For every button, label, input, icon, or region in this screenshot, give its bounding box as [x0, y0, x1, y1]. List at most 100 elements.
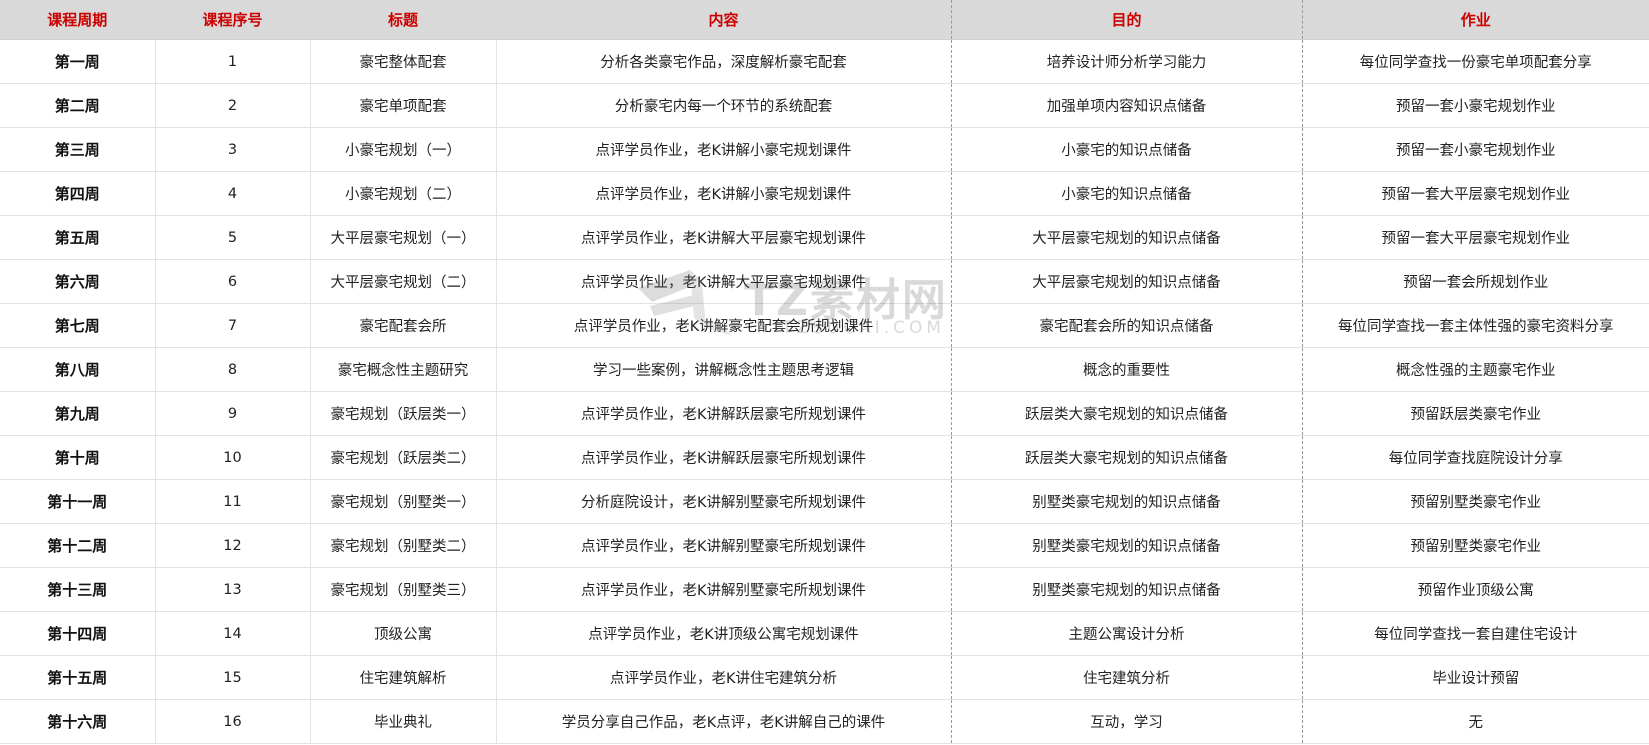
table-row: 第四周 4 小豪宅规划（二） 点评学员作业，老K讲解小豪宅规划课件 小豪宅的知识点储备预… [0, 171, 1649, 216]
cell-purpose: 大平层豪宅规划的知识点储备 [951, 259, 1303, 304]
cell-title: 顶级公寓 [310, 611, 497, 656]
cell-homework: 概念性强的主题豪宅作业 [1302, 347, 1649, 392]
cell-homework: 每位同学查找一份豪宅单项配套分享 [1302, 39, 1649, 84]
table-body: 第一周 1 豪宅整体配套 分析各类豪宅作品，深度解析豪宅配套 培养设计师分析学习能力 每位… [0, 39, 1649, 744]
cell-homework: 预留别墅类豪宅作业 [1302, 479, 1649, 524]
table-row: 第十三周 13 豪宅规划（别墅类三） 点评学员作业，老K讲解别墅豪宅所规划课件 别墅类豪… [0, 567, 1649, 612]
cell-number: 8 [155, 347, 311, 392]
table-row: 第八周 8 豪宅概念性主题研究 学习一些案例，讲解概念性主题思考逻辑 概念的重要性 概念性… [0, 347, 1649, 392]
cell-content: 点评学员作业，老K讲解豪宅配套会所规划课件 [496, 303, 952, 348]
table-row: 第十周 10 豪宅规划（跃层类二） 点评学员作业，老K讲解跃层豪宅所规划课件 跃层类大豪… [0, 435, 1649, 480]
table-row: 第十五周 15 住宅建筑解析 点评学员作业，老K讲住宅建筑分析 住宅建筑分析 毕业设计预留 [0, 655, 1649, 700]
cell-title: 豪宅规划（别墅类一） [310, 479, 497, 524]
table-header: 课程周期 课程序号 标题 内容 目的 作业 [0, 0, 1649, 40]
cell-title: 豪宅单项配套 [310, 83, 497, 128]
cell-number: 3 [155, 127, 311, 172]
cell-title: 大平层豪宅规划（二） [310, 259, 497, 304]
cell-week: 第十周 [0, 435, 156, 480]
cell-homework: 毕业设计预留 [1302, 655, 1649, 700]
header-row: 课程周期 课程序号 标题 内容 目的 作业 [0, 0, 1649, 40]
table-row: 第三周 3 小豪宅规划（一） 点评学员作业，老K讲解小豪宅规划课件 小豪宅的知识点储备预… [0, 127, 1649, 172]
cell-number: 16 [155, 699, 311, 744]
cell-purpose: 互动，学习 [951, 699, 1303, 744]
cell-homework: 预留一套小豪宅规划作业 [1302, 83, 1649, 128]
cell-content: 分析庭院设计，老K讲解别墅豪宅所规划课件 [496, 479, 952, 524]
header-purpose: 目的 [951, 0, 1303, 40]
cell-content: 点评学员作业，老K讲解跃层豪宅所规划课件 [496, 391, 952, 436]
cell-purpose: 跃层类大豪宅规划的知识点储备 [951, 391, 1303, 436]
cell-week: 第二周 [0, 83, 156, 128]
cell-purpose: 大平层豪宅规划的知识点储备 [951, 215, 1303, 260]
cell-week: 第七周 [0, 303, 156, 348]
cell-title: 豪宅规划（别墅类三） [310, 567, 497, 612]
cell-title: 豪宅规划（跃层类二） [310, 435, 497, 480]
cell-purpose: 主题公寓设计分析 [951, 611, 1303, 656]
header-course-period: 课程周期 [0, 0, 156, 40]
table-row: 第二周 2 豪宅单项配套 分析豪宅内每一个环节的系统配套 加强单项内容知识点储备 预留一套… [0, 83, 1649, 128]
cell-title: 豪宅规划（别墅类二） [310, 523, 497, 568]
cell-homework: 预留一套大平层豪宅规划作业 [1302, 171, 1649, 216]
cell-homework: 预留一套大平层豪宅规划作业 [1302, 215, 1649, 260]
cell-homework: 每位同学查找一套主体性强的豪宅资料分享 [1302, 303, 1649, 348]
cell-content: 点评学员作业，老K讲解小豪宅规划课件 [496, 171, 952, 216]
table-row: 第九周 9 豪宅规划（跃层类一） 点评学员作业，老K讲解跃层豪宅所规划课件 跃层类大豪宅… [0, 391, 1649, 436]
cell-week: 第五周 [0, 215, 156, 260]
cell-purpose: 小豪宅的知识点储备 [951, 127, 1303, 172]
cell-number: 9 [155, 391, 311, 436]
cell-week: 第十五周 [0, 655, 156, 700]
cell-week: 第十六周 [0, 699, 156, 744]
cell-week: 第十四周 [0, 611, 156, 656]
cell-content: 点评学员作业，老K讲解大平层豪宅规划课件 [496, 259, 952, 304]
cell-purpose: 别墅类豪宅规划的知识点储备 [951, 479, 1303, 524]
cell-purpose: 住宅建筑分析 [951, 655, 1303, 700]
cell-title: 豪宅规划（跃层类一） [310, 391, 497, 436]
table-row: 第六周 6 大平层豪宅规划（二） 点评学员作业，老K讲解大平层豪宅规划课件 大平层豪宅规… [0, 259, 1649, 304]
cell-purpose: 豪宅配套会所的知识点储备 [951, 303, 1303, 348]
cell-homework: 预留一套会所规划作业 [1302, 259, 1649, 304]
cell-homework: 预留别墅类豪宅作业 [1302, 523, 1649, 568]
cell-number: 12 [155, 523, 311, 568]
cell-week: 第六周 [0, 259, 156, 304]
cell-week: 第十二周 [0, 523, 156, 568]
table-row: 第十二周 12 豪宅规划（别墅类二） 点评学员作业，老K讲解别墅豪宅所规划课件 别墅类豪… [0, 523, 1649, 568]
cell-title: 大平层豪宅规划（一） [310, 215, 497, 260]
cell-number: 7 [155, 303, 311, 348]
cell-number: 15 [155, 655, 311, 700]
cell-week: 第十一周 [0, 479, 156, 524]
cell-week: 第四周 [0, 171, 156, 216]
header-homework: 作业 [1302, 0, 1649, 40]
cell-homework: 每位同学查找一套自建住宅设计 [1302, 611, 1649, 656]
cell-number: 11 [155, 479, 311, 524]
cell-title: 小豪宅规划（二） [310, 171, 497, 216]
cell-homework: 预留作业顶级公寓 [1302, 567, 1649, 612]
header-content: 内容 [496, 0, 952, 40]
cell-title: 豪宅配套会所 [310, 303, 497, 348]
table-row: 第十六周 16 毕业典礼 学员分享自己作品，老K点评，老K讲解自己的课件 互动，学习无 [0, 699, 1649, 744]
cell-purpose: 小豪宅的知识点储备 [951, 171, 1303, 216]
cell-content: 点评学员作业，老K讲顶级公寓宅规划课件 [496, 611, 952, 656]
cell-purpose: 加强单项内容知识点储备 [951, 83, 1303, 128]
cell-purpose: 别墅类豪宅规划的知识点储备 [951, 567, 1303, 612]
cell-title: 毕业典礼 [310, 699, 497, 744]
cell-number: 6 [155, 259, 311, 304]
cell-homework: 每位同学查找庭院设计分享 [1302, 435, 1649, 480]
cell-homework: 预留跃层类豪宅作业 [1302, 391, 1649, 436]
cell-number: 1 [155, 39, 311, 84]
cell-purpose: 概念的重要性 [951, 347, 1303, 392]
course-schedule-table: 课程周期 课程序号 标题 内容 目的 作业 第一周 1 豪宅整体配套 分析各类豪宅作品… [0, 0, 1649, 744]
cell-content: 点评学员作业，老K讲解小豪宅规划课件 [496, 127, 952, 172]
cell-homework: 无 [1302, 699, 1649, 744]
cell-purpose: 别墅类豪宅规划的知识点储备 [951, 523, 1303, 568]
cell-content: 点评学员作业，老K讲解别墅豪宅所规划课件 [496, 523, 952, 568]
cell-number: 10 [155, 435, 311, 480]
cell-week: 第十三周 [0, 567, 156, 612]
cell-title: 豪宅整体配套 [310, 39, 497, 84]
cell-week: 第一周 [0, 39, 156, 84]
cell-number: 13 [155, 567, 311, 612]
cell-title: 豪宅概念性主题研究 [310, 347, 497, 392]
cell-week: 第三周 [0, 127, 156, 172]
header-title: 标题 [310, 0, 497, 40]
cell-content: 点评学员作业，老K讲住宅建筑分析 [496, 655, 952, 700]
cell-number: 2 [155, 83, 311, 128]
cell-content: 分析豪宅内每一个环节的系统配套 [496, 83, 952, 128]
